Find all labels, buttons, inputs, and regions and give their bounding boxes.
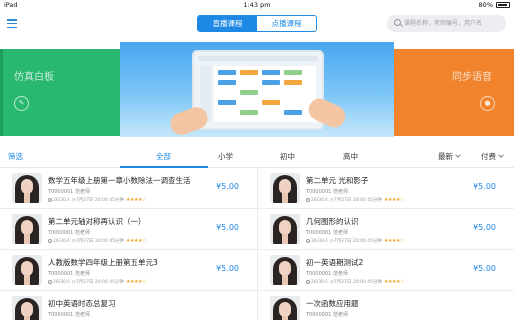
course-title: 第二单元轴对称再认识（一） bbox=[48, 217, 146, 226]
banner-left-label: 仿真白板 bbox=[14, 72, 54, 83]
banner-slide-whiteboard[interactable]: 仿真白板 ✎ bbox=[0, 49, 120, 136]
tab-live-courses[interactable]: 直播课程 bbox=[198, 16, 257, 31]
course-list: 数学五年级上册第一章小数除法一调查生活 T0000001 范老师 26/30人 … bbox=[0, 168, 514, 320]
course-title: 几何图形的认识 bbox=[306, 217, 359, 226]
tablet-illustration bbox=[192, 50, 324, 130]
user-icon bbox=[306, 238, 310, 243]
course-teacher: T0000001 范老师 bbox=[48, 312, 90, 318]
course-meta: 26/30人 ◷7月27日 20:00 45分钟 ★★★★☆ bbox=[48, 279, 146, 285]
grade-tab-junior[interactable]: 初中 bbox=[280, 147, 295, 168]
course-teacher: T0000001 范老师 bbox=[306, 189, 348, 195]
app-header: 直播课程 点播课程 bbox=[0, 11, 514, 37]
course-price: ¥5.00 bbox=[216, 264, 239, 273]
course-teacher: T0000001 范老师 bbox=[306, 271, 348, 277]
course-teacher: T0000001 范老师 bbox=[48, 230, 90, 236]
course-card[interactable]: 一次函数应用题 T0000001 范老师 bbox=[258, 291, 514, 320]
rating-stars: ★★★★☆ bbox=[126, 238, 146, 244]
grade-tab-all[interactable]: 全部 bbox=[156, 147, 171, 168]
course-price: ¥5.00 bbox=[216, 182, 239, 191]
course-price: ¥5.00 bbox=[216, 223, 239, 232]
course-type-switch: 直播课程 点播课程 bbox=[197, 15, 317, 32]
filter-bar: 筛选 全部 小学 初中 高中 最新 付费 bbox=[0, 147, 514, 168]
status-bar: iPad 1:43 pm 80% bbox=[0, 0, 514, 11]
course-price: ¥5.00 bbox=[473, 182, 496, 191]
course-card[interactable]: 初中英语时态总复习 T0000001 范老师 bbox=[0, 291, 257, 320]
course-card[interactable]: 几何图形的认识 T0000001 范老师 26/30人 ◷7月27日 20:00… bbox=[258, 209, 514, 250]
course-card[interactable]: 初一英语期测试2 T0000001 范老师 26/30人 ◷7月27日 20:0… bbox=[258, 250, 514, 291]
course-card[interactable]: 第二单元轴对称再认识（一） T0000001 范老师 26/30人 ◷7月27日… bbox=[0, 209, 257, 250]
banner-slide-voice[interactable]: 同步语音 ● bbox=[394, 49, 514, 136]
chevron-down-icon bbox=[498, 152, 504, 158]
rating-stars: ★★★★☆ bbox=[384, 279, 404, 285]
course-meta: 26/30人 ◷7月27日 20:00 45分钟 ★★★★☆ bbox=[306, 279, 404, 285]
teacher-avatar bbox=[12, 214, 42, 244]
hamburger-menu-icon[interactable] bbox=[7, 19, 17, 29]
user-icon bbox=[48, 238, 52, 243]
course-meta: 26/30人 ◷7月27日 20:00 45分钟 ★★★★☆ bbox=[306, 197, 404, 203]
rating-stars: ★★★★☆ bbox=[384, 238, 404, 244]
battery-indicator: 80% bbox=[479, 1, 510, 9]
course-title: 数学五年级上册第一章小数除法一调查生活 bbox=[48, 176, 191, 185]
banner-carousel[interactable]: 仿真白板 ✎ 同步语音 ● bbox=[0, 37, 514, 147]
course-card[interactable]: 第二单元 光和影子 T0000001 范老师 26/30人 ◷7月27日 20:… bbox=[258, 168, 514, 209]
teacher-avatar bbox=[270, 173, 300, 203]
rating-stars: ★★★★☆ bbox=[384, 197, 404, 203]
search-icon bbox=[394, 19, 401, 26]
price-label: 付费 bbox=[481, 152, 496, 161]
battery-icon bbox=[496, 2, 510, 8]
course-teacher: T0000001 范老师 bbox=[306, 230, 348, 236]
carousel-indicator[interactable] bbox=[0, 140, 514, 147]
user-icon bbox=[48, 197, 52, 202]
user-icon bbox=[306, 279, 310, 284]
course-card[interactable]: 人教版数学四年级上册第五单元3 T0000001 范老师 26/30人 ◷7月2… bbox=[0, 250, 257, 291]
course-title: 初一英语期测试2 bbox=[306, 258, 364, 267]
course-price: ¥5.00 bbox=[473, 223, 496, 232]
course-column-left: 数学五年级上册第一章小数除法一调查生活 T0000001 范老师 26/30人 … bbox=[0, 168, 257, 320]
course-title: 第二单元 光和影子 bbox=[306, 176, 369, 185]
teacher-avatar bbox=[12, 255, 42, 285]
clock: 1:43 pm bbox=[243, 1, 271, 9]
teacher-avatar bbox=[12, 173, 42, 203]
grade-tab-primary[interactable]: 小学 bbox=[218, 147, 233, 168]
teacher-avatar bbox=[270, 214, 300, 244]
chevron-down-icon bbox=[455, 152, 461, 158]
search-input[interactable] bbox=[404, 17, 502, 30]
course-teacher: T0000001 范老师 bbox=[306, 312, 348, 318]
tab-vod-courses[interactable]: 点播课程 bbox=[257, 16, 316, 31]
search-bar[interactable] bbox=[387, 15, 506, 32]
course-title: 人教版数学四年级上册第五单元3 bbox=[48, 258, 158, 267]
sort-dropdown[interactable]: 最新 bbox=[438, 147, 461, 168]
price-dropdown[interactable]: 付费 bbox=[481, 147, 504, 168]
course-teacher: T0000001 范老师 bbox=[48, 271, 90, 277]
course-meta: 26/30人 ◷7月27日 20:00 45分钟 ★★★★☆ bbox=[306, 238, 404, 244]
user-icon bbox=[306, 197, 310, 202]
course-meta: 26/30人 ◷7月27日 20:00 45分钟 ★★★★☆ bbox=[48, 238, 146, 244]
filter-button[interactable]: 筛选 bbox=[8, 147, 23, 168]
rating-stars: ★★★★☆ bbox=[126, 197, 146, 203]
course-price: ¥5.00 bbox=[473, 264, 496, 273]
grade-tab-senior[interactable]: 高中 bbox=[343, 147, 358, 168]
teacher-avatar bbox=[270, 255, 300, 285]
course-teacher: T0000001 范老师 bbox=[48, 189, 90, 195]
banner-right-label: 同步语音 bbox=[452, 72, 492, 83]
course-title: 初中英语时态总复习 bbox=[48, 299, 116, 308]
banner-slide-main[interactable] bbox=[120, 42, 394, 137]
battery-percent: 80% bbox=[478, 1, 493, 9]
course-title: 一次函数应用题 bbox=[306, 299, 359, 308]
pen-icon: ✎ bbox=[14, 96, 29, 111]
user-icon bbox=[48, 279, 52, 284]
rating-stars: ★★★★☆ bbox=[126, 279, 146, 285]
mic-icon: ● bbox=[480, 96, 495, 111]
banner-edge bbox=[0, 49, 3, 136]
course-column-right: 第二单元 光和影子 T0000001 范老师 26/30人 ◷7月27日 20:… bbox=[257, 168, 514, 320]
teacher-avatar bbox=[12, 296, 42, 320]
teacher-avatar bbox=[270, 296, 300, 320]
course-card[interactable]: 数学五年级上册第一章小数除法一调查生活 T0000001 范老师 26/30人 … bbox=[0, 168, 257, 209]
sort-label: 最新 bbox=[438, 152, 453, 161]
course-meta: 26/30人 ◷7月27日 20:00 45分钟 ★★★★☆ bbox=[48, 197, 146, 203]
